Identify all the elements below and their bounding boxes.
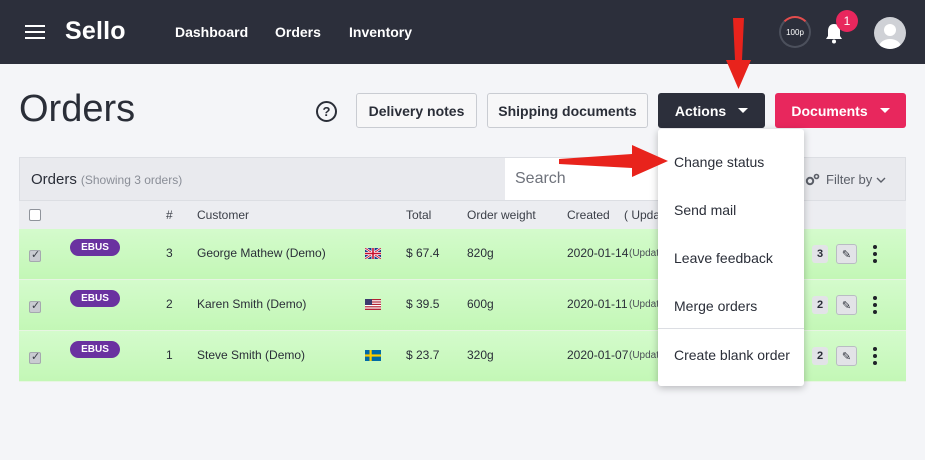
progress-ring[interactable]: 100p bbox=[779, 16, 811, 48]
row-checkbox[interactable] bbox=[29, 248, 41, 262]
created-date: 2020-01-11 bbox=[567, 297, 628, 311]
row-checkbox[interactable] bbox=[29, 299, 41, 313]
pencil-icon: ✎ bbox=[841, 350, 852, 363]
help-icon[interactable]: ? bbox=[316, 101, 337, 122]
column-created[interactable]: Created bbox=[567, 208, 610, 222]
actions-button[interactable]: Actions bbox=[658, 93, 765, 128]
column-customer[interactable]: Customer bbox=[197, 208, 249, 222]
more-options-icon[interactable] bbox=[870, 347, 880, 365]
row-checkbox[interactable] bbox=[29, 350, 41, 364]
menu-item-merge-orders[interactable]: Merge orders bbox=[674, 298, 757, 314]
documents-button[interactable]: Documents bbox=[775, 93, 906, 128]
updated-date: (Updat bbox=[629, 248, 660, 259]
order-weight: 320g bbox=[467, 348, 494, 362]
item-count-badge: 3 bbox=[812, 245, 828, 263]
documents-button-label: Documents bbox=[791, 102, 868, 119]
menu-item-create-blank-order[interactable]: Create blank order bbox=[674, 347, 790, 363]
order-weight: 600g bbox=[467, 297, 494, 311]
search-box bbox=[505, 158, 665, 200]
page-title: Orders bbox=[19, 88, 136, 130]
se-flag-icon bbox=[365, 350, 381, 361]
more-options-icon[interactable] bbox=[870, 245, 880, 263]
menu-divider bbox=[658, 328, 804, 329]
orders-label: Orders bbox=[31, 171, 77, 188]
user-avatar[interactable] bbox=[874, 17, 906, 49]
gears-icon bbox=[805, 173, 820, 186]
ebus-tag: EBUS bbox=[70, 341, 120, 358]
hamburger-menu-icon[interactable] bbox=[25, 25, 45, 39]
top-navbar: Sello Dashboard Orders Inventory 100p 1 bbox=[0, 0, 925, 64]
uk-flag-icon bbox=[365, 248, 381, 259]
nav-orders[interactable]: Orders bbox=[275, 24, 321, 40]
customer-name[interactable]: Karen Smith (Demo) bbox=[197, 297, 306, 311]
nav-dashboard[interactable]: Dashboard bbox=[175, 24, 248, 40]
shipping-documents-button[interactable]: Shipping documents bbox=[487, 93, 648, 128]
orders-count: (Showing 3 orders) bbox=[80, 173, 183, 187]
progress-label: 100p bbox=[786, 27, 804, 37]
app-logo[interactable]: Sello bbox=[65, 17, 126, 46]
menu-item-leave-feedback[interactable]: Leave feedback bbox=[674, 250, 773, 266]
order-number: 2 bbox=[166, 297, 173, 311]
customer-name[interactable]: Steve Smith (Demo) bbox=[197, 348, 305, 362]
filter-by-button[interactable]: Filter by bbox=[805, 172, 886, 187]
column-number[interactable]: # bbox=[166, 208, 173, 222]
more-options-icon[interactable] bbox=[870, 296, 880, 314]
actions-dropdown-menu: Change status Send mail Leave feedback M… bbox=[658, 129, 804, 386]
notification-badge: 1 bbox=[836, 10, 858, 32]
us-flag-icon bbox=[365, 299, 381, 310]
orders-panel-title: Orders (Showing 3 orders) bbox=[31, 171, 182, 188]
customer-name[interactable]: George Mathew (Demo) bbox=[197, 246, 326, 260]
column-updated[interactable]: ( Upda bbox=[624, 208, 660, 222]
order-total: $ 67.4 bbox=[406, 246, 440, 260]
caret-down-icon bbox=[738, 108, 749, 113]
item-count-badge: 2 bbox=[812, 296, 828, 314]
edit-button[interactable]: ✎ bbox=[836, 295, 857, 315]
nav-inventory[interactable]: Inventory bbox=[349, 24, 412, 40]
order-weight: 820g bbox=[467, 246, 494, 260]
edit-button[interactable]: ✎ bbox=[836, 346, 857, 366]
search-input[interactable] bbox=[505, 158, 655, 200]
filter-by-label: Filter by bbox=[826, 172, 873, 187]
menu-item-send-mail[interactable]: Send mail bbox=[674, 202, 736, 218]
ebus-tag: EBUS bbox=[70, 290, 120, 307]
actions-button-label: Actions bbox=[674, 102, 727, 119]
pencil-icon: ✎ bbox=[841, 248, 852, 261]
column-total[interactable]: Total bbox=[406, 208, 431, 222]
chevron-down-icon bbox=[876, 177, 886, 183]
user-icon bbox=[879, 24, 901, 49]
menu-item-change-status[interactable]: Change status bbox=[674, 154, 764, 170]
item-count-badge: 2 bbox=[812, 347, 828, 365]
ebus-tag: EBUS bbox=[70, 239, 120, 256]
order-number: 1 bbox=[166, 348, 173, 362]
updated-date: (Updat bbox=[629, 299, 660, 310]
order-number: 3 bbox=[166, 246, 173, 260]
column-order-weight[interactable]: Order weight bbox=[467, 208, 536, 222]
updated-date: (Updat bbox=[629, 350, 660, 361]
order-total: $ 39.5 bbox=[406, 297, 440, 311]
caret-down-icon bbox=[879, 108, 890, 113]
delivery-notes-button[interactable]: Delivery notes bbox=[356, 93, 477, 128]
edit-button[interactable]: ✎ bbox=[836, 244, 857, 264]
order-total: $ 23.7 bbox=[406, 348, 440, 362]
created-date: 2020-01-07 bbox=[567, 348, 629, 362]
pencil-icon: ✎ bbox=[841, 299, 852, 312]
created-date: 2020-01-14 bbox=[567, 246, 629, 260]
select-all-checkbox[interactable] bbox=[29, 209, 41, 221]
